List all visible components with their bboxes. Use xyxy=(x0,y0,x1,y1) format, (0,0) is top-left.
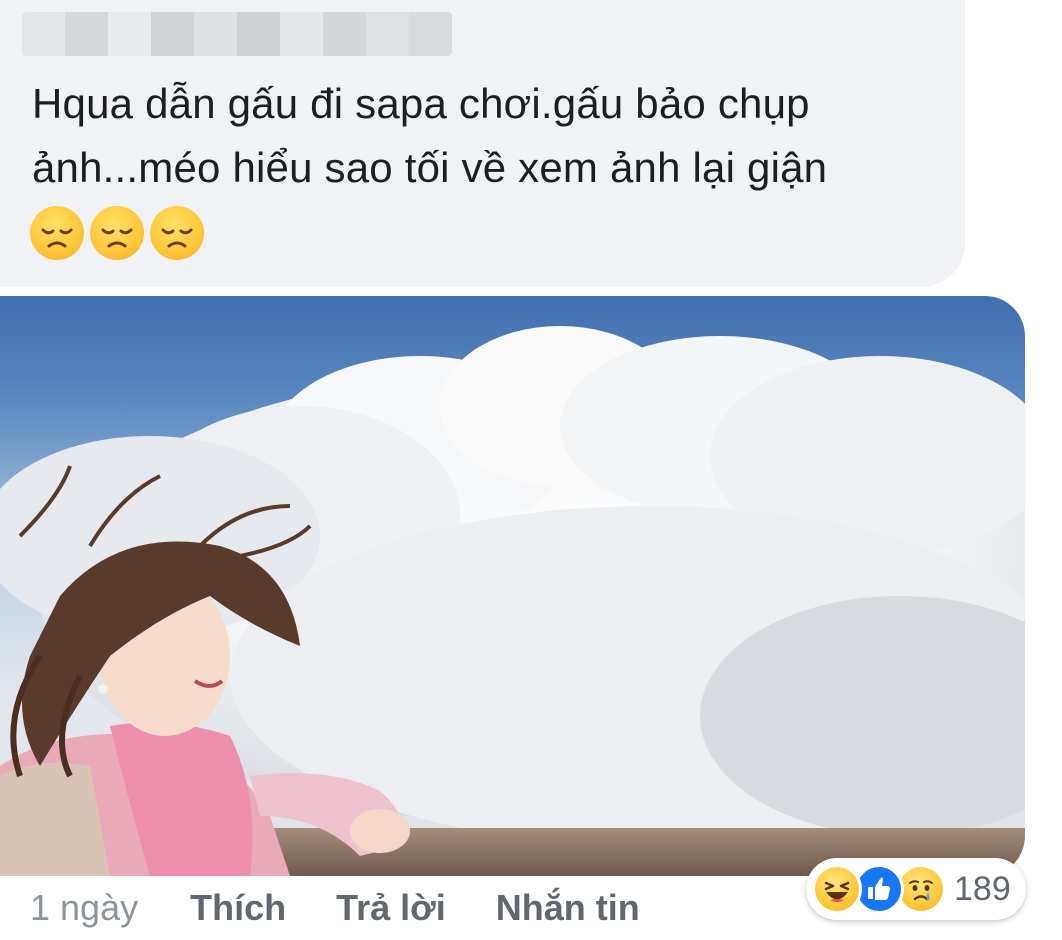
comment-text: Hqua dẫn gấu đi sapa chơi.gấu bảo chụp ả… xyxy=(32,80,828,191)
emoji-row xyxy=(30,206,204,260)
author-name-blurred[interactable] xyxy=(22,12,452,56)
attached-photo[interactable] xyxy=(0,296,1025,876)
comment-bubble: Hqua dẫn gấu đi sapa chơi.gấu bảo chụp ả… xyxy=(0,0,965,287)
photo-scene xyxy=(0,326,1025,876)
disappointed-face-icon xyxy=(150,206,204,260)
disappointed-face-icon xyxy=(90,206,144,260)
disappointed-face-icon xyxy=(30,206,84,260)
comment-actions: 1 ngày Thích Trả lời Nhắn tin xyxy=(30,880,690,936)
like-button[interactable]: Thích xyxy=(190,887,286,929)
haha-reaction-icon xyxy=(812,864,862,914)
message-button[interactable]: Nhắn tin xyxy=(496,887,640,929)
reactions-summary[interactable]: 189 xyxy=(806,858,1026,920)
comment-time[interactable]: 1 ngày xyxy=(30,887,138,929)
reply-button[interactable]: Trả lời xyxy=(336,887,446,929)
reaction-count: 189 xyxy=(954,869,1011,908)
